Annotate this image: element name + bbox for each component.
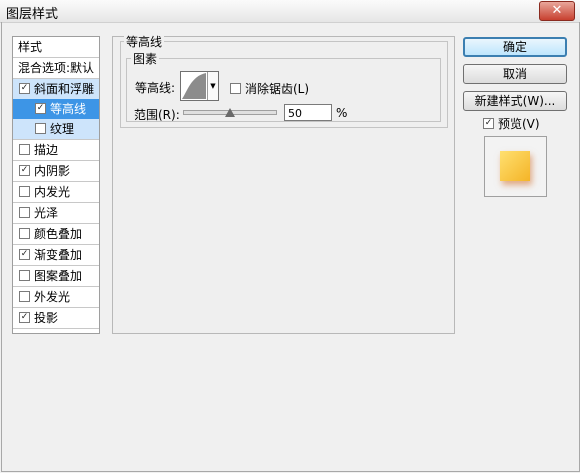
preview-swatch [500, 151, 530, 181]
style-item-label: 内阴影 [34, 164, 71, 178]
style-item-bevel-emboss[interactable]: ✓ 斜面和浮雕 [13, 79, 99, 99]
style-checkbox[interactable]: ✓ [35, 103, 46, 114]
style-checkbox[interactable]: ✓ [19, 165, 30, 176]
style-item-gradient-overlay[interactable]: ✓ 渐变叠加 [13, 245, 99, 265]
title-bar: 图层样式 ✕ [0, 0, 580, 23]
elements-group-title: 图素 [131, 50, 160, 67]
style-checkbox[interactable] [19, 207, 30, 218]
style-item-label: 投影 [34, 311, 59, 325]
style-item-label: 纹理 [50, 122, 75, 136]
style-item-pattern-overlay[interactable]: 图案叠加 [13, 266, 99, 286]
styles-list: 样式 混合选项:默认 ✓ 斜面和浮雕 ✓ 等高线 纹理 描边 ✓ 内阴影 内发光 光泽… [12, 36, 100, 334]
style-checkbox[interactable] [19, 228, 30, 239]
range-unit: % [336, 106, 348, 120]
range-label: 范围(R): [134, 108, 180, 122]
style-item-inner-shadow[interactable]: ✓ 内阴影 [13, 161, 99, 181]
preview-label: 预览(V) [498, 117, 540, 131]
ok-button[interactable]: 确定 [463, 37, 567, 57]
style-item-label: 颜色叠加 [34, 227, 83, 241]
style-item-label: 渐变叠加 [34, 248, 83, 262]
antialias-option[interactable]: 消除锯齿(L) [230, 80, 309, 97]
style-item-label: 斜面和浮雕 [34, 82, 95, 96]
style-checkbox[interactable] [19, 291, 30, 302]
style-checkbox[interactable]: ✓ [19, 249, 30, 260]
contour-label: 等高线: [135, 81, 176, 95]
style-item-label: 描边 [34, 143, 59, 157]
contour-group-title: 等高线 [124, 33, 165, 50]
style-checkbox[interactable]: ✓ [19, 312, 30, 323]
antialias-checkbox[interactable] [230, 83, 241, 94]
style-item-label: 等高线 [50, 102, 87, 116]
style-item-texture[interactable]: 纹理 [13, 119, 99, 139]
style-item-label: 外发光 [34, 290, 71, 304]
style-item-stroke[interactable]: 描边 [13, 140, 99, 160]
style-item-label: 内发光 [34, 185, 71, 199]
preview-option[interactable]: ✓ 预览(V) [483, 115, 540, 132]
new-style-button[interactable]: 新建样式(W)... [463, 91, 567, 111]
style-preview [484, 136, 547, 197]
divider [13, 328, 99, 329]
style-checkbox[interactable] [35, 123, 46, 134]
cancel-button[interactable]: 取消 [463, 64, 567, 84]
style-item-drop-shadow[interactable]: ✓ 投影 [13, 308, 99, 328]
styles-header[interactable]: 样式 [13, 37, 99, 57]
range-slider-thumb[interactable] [225, 108, 235, 117]
style-item-label: 图案叠加 [34, 269, 83, 283]
style-checkbox[interactable] [19, 186, 30, 197]
chevron-down-icon[interactable]: ▼ [207, 72, 218, 100]
style-checkbox[interactable]: ✓ [19, 83, 30, 94]
preview-checkbox[interactable]: ✓ [483, 118, 494, 129]
style-item-label: 光泽 [34, 206, 59, 220]
blending-options[interactable]: 混合选项:默认 [13, 58, 99, 78]
window-title: 图层样式 [6, 7, 59, 22]
close-button[interactable]: ✕ [539, 1, 575, 21]
style-item-outer-glow[interactable]: 外发光 [13, 287, 99, 307]
style-item-satin[interactable]: 光泽 [13, 203, 99, 223]
range-input[interactable]: 50 [284, 104, 332, 121]
style-item-contour[interactable]: ✓ 等高线 [13, 99, 99, 119]
style-item-inner-glow[interactable]: 内发光 [13, 182, 99, 202]
style-checkbox[interactable] [19, 144, 30, 155]
contour-picker[interactable]: ▼ [180, 71, 219, 101]
antialias-label: 消除锯齿(L) [245, 82, 310, 96]
contour-curve-icon [182, 73, 206, 99]
style-checkbox[interactable] [19, 270, 30, 281]
style-item-color-overlay[interactable]: 颜色叠加 [13, 224, 99, 244]
